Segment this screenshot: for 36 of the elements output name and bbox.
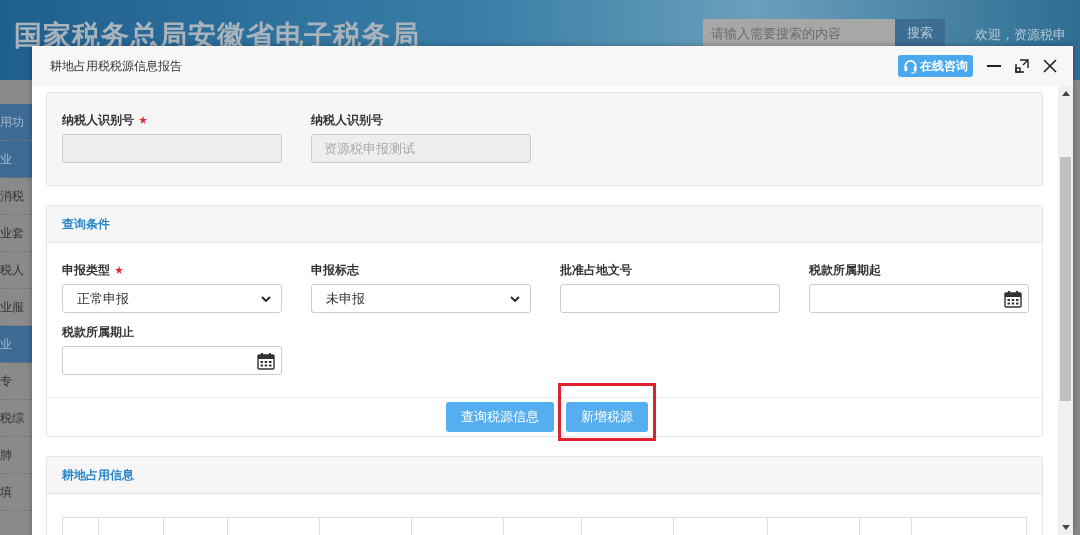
- field-label: 税款所属期止: [62, 323, 134, 341]
- date-field[interactable]: [809, 284, 1029, 313]
- required-star-icon: [115, 266, 123, 274]
- scroll-down-icon[interactable]: [1061, 525, 1070, 530]
- chevron-down-icon: [261, 295, 271, 302]
- maximize-icon[interactable]: [1015, 59, 1029, 73]
- text-field[interactable]: [560, 284, 780, 313]
- section-title: 查询条件: [62, 215, 110, 233]
- field-label: 批准占地文号: [560, 261, 632, 279]
- query-button[interactable]: 查询税源信息: [445, 402, 554, 432]
- scrollbar[interactable]: [1058, 86, 1073, 535]
- date-field[interactable]: [62, 346, 282, 375]
- field-label: 纳税人识别号: [311, 111, 383, 129]
- field-label: 纳税人识别号: [62, 111, 134, 129]
- sidebar-item[interactable]: 用功: [0, 104, 32, 141]
- chevron-down-icon: [510, 295, 520, 302]
- add-tax-source-button[interactable]: 新增税源: [565, 402, 648, 432]
- headset-icon: [903, 58, 918, 74]
- required-star-icon: [139, 116, 147, 124]
- search-button[interactable]: 搜索: [895, 19, 945, 47]
- close-icon[interactable]: [1043, 59, 1057, 73]
- scroll-up-icon[interactable]: [1061, 91, 1070, 96]
- sidebar-item[interactable]: 业: [0, 326, 32, 363]
- field-label: 税款所属期起: [809, 261, 881, 279]
- consult-button[interactable]: 在线咨询: [898, 55, 973, 77]
- field-label: 申报标志: [311, 261, 359, 279]
- calendar-icon[interactable]: [1004, 289, 1022, 308]
- welcome-text: 欢迎，资源税申: [975, 26, 1066, 44]
- dropdown[interactable]: 正常申报: [62, 284, 282, 313]
- sidebar-item[interactable]: 业: [0, 141, 32, 178]
- section-title: 耕地占用信息: [62, 466, 134, 484]
- scroll-thumb[interactable]: [1060, 157, 1071, 401]
- dropdown[interactable]: 未申报: [311, 284, 531, 313]
- calendar-icon[interactable]: [257, 351, 275, 370]
- dialog-title: 耕地占用税税源信息报告: [50, 57, 182, 75]
- field-label: 申报类型: [62, 261, 110, 279]
